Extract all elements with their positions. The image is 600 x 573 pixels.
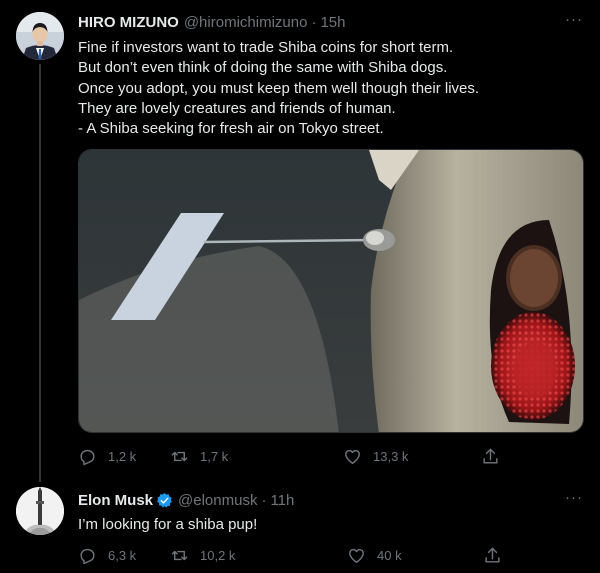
author-handle[interactable]: @hiromichimizuno [184,14,308,31]
tweet-text-line: Fine if investors want to trade Shiba co… [78,39,454,56]
retweet-icon [171,451,188,462]
author-name[interactable]: HIRO MIZUNO [78,14,179,31]
tweet-text-line: But don’t even think of doing the same w… [78,59,448,77]
retweet-count: 1,7 k [200,449,229,464]
tweet-text-line: They are lovely creatures and friends of… [78,99,396,117]
tweet-text: Fine if investors want to trade Shiba co… [78,38,588,139]
reply-count: 6,3 k [108,548,137,563]
reply-button[interactable]: 6,3 k [78,546,136,565]
share-icon [483,448,498,464]
author-name[interactable]: Elon Musk [78,492,153,509]
like-button[interactable]: 13,3 k [343,447,408,466]
reply-icon [80,548,95,565]
tweet-text: I’m looking for a shiba pup! [78,516,258,533]
retweet-count: 10,2 k [200,548,236,563]
like-button[interactable]: 40 k [347,546,402,565]
share-button[interactable] [481,447,511,466]
share-button[interactable] [483,546,513,565]
timestamp[interactable]: 15h [320,14,345,31]
avatar-elon-musk[interactable] [16,487,64,535]
like-count: 40 k [377,548,402,563]
tweet-header: Elon Musk @elonmusk · 11h [78,490,294,510]
separator-dot: · [311,13,317,31]
tweet-photo[interactable] [78,149,584,433]
reply-icon [80,449,95,466]
like-icon [345,449,360,464]
like-count: 13,3 k [373,449,409,464]
reply-button[interactable]: 1,2 k [78,447,136,466]
tweet-header: HIRO MIZUNO @hiromichimizuno · 15h [78,12,345,32]
avatar-hiro-mizuno[interactable] [16,12,64,60]
verified-badge-icon [157,492,172,508]
tweet-text-line: - A Shiba seeking for fresh air on Tokyo… [78,120,384,138]
tweet-elon-musk[interactable]: Elon Musk @elonmusk · 11h ··· I’m lookin… [0,479,600,573]
tweet-hiro-mizuno[interactable]: HIRO MIZUNO @hiromichimizuno · 15h ··· F… [0,0,600,479]
tweet-text-line: Once you adopt, you must keep them well … [78,79,480,97]
retweet-button[interactable]: 1,7 k [170,447,228,466]
author-handle[interactable]: @elonmusk [178,492,257,509]
more-icon[interactable]: ··· [562,489,586,509]
tweet-actions: 1,2 k 1,7 k 13,3 k [78,447,508,467]
separator-dot: · [261,491,267,509]
timestamp[interactable]: 11h [270,492,294,509]
reply-count: 1,2 k [108,449,137,464]
tweet-actions: 6,3 k 10,2 k 40 k [78,546,508,566]
more-icon[interactable]: ··· [562,11,586,31]
share-icon [485,547,500,563]
retweet-button[interactable]: 10,2 k [170,546,235,565]
like-icon [349,548,364,563]
retweet-icon [171,550,188,561]
